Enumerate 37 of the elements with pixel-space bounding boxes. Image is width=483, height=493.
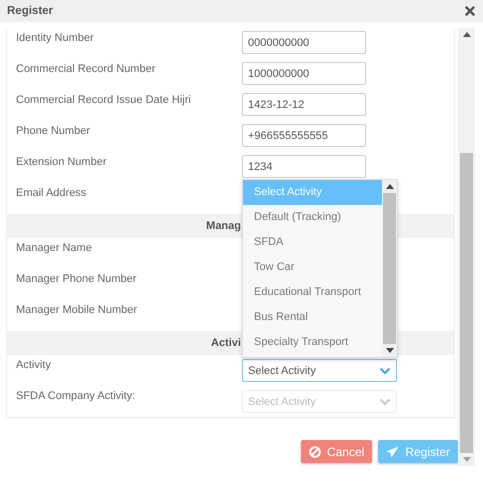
field-label: Identity Number — [16, 31, 95, 44]
input-field[interactable]: 1423-12-12 — [242, 93, 366, 116]
dropdown-option[interactable]: Bus Rental — [243, 305, 382, 330]
input-field[interactable]: +966555555555 — [242, 124, 366, 147]
field-label: Extension Number — [16, 155, 108, 168]
close-icon[interactable] — [465, 6, 475, 16]
scroll-down-icon[interactable] — [386, 348, 394, 353]
section-title: Activi — [211, 337, 241, 349]
dropdown-option[interactable]: Educational Transport — [243, 280, 382, 305]
dropdown-option[interactable]: Tow Car — [243, 255, 382, 280]
field-label: SFDA Company Activity: — [16, 389, 136, 402]
input-field[interactable]: 0000000000 — [242, 31, 366, 54]
field-label: Email Address — [16, 186, 88, 199]
field-label: Activity — [16, 358, 52, 371]
field-label: Manager Phone Number — [16, 272, 138, 285]
dropdown-option[interactable]: Default (Tracking) — [243, 205, 382, 230]
dropdown-option[interactable]: SFDA — [243, 230, 382, 255]
field-label: Commercial Record Issue Date Hijri — [16, 93, 192, 106]
ban-icon — [308, 446, 321, 458]
dropdown-option[interactable]: Specialty Transport — [243, 330, 382, 355]
field-label: Manager Name — [16, 241, 93, 254]
input-field[interactable]: 1234 — [242, 155, 366, 178]
paper-plane-icon — [386, 446, 400, 458]
chevron-down-icon — [379, 366, 391, 374]
section-title: Manag — [206, 220, 241, 232]
scroll-up-icon[interactable] — [462, 32, 470, 37]
scrollbar[interactable] — [458, 28, 475, 466]
scroll-up-icon[interactable] — [386, 184, 394, 189]
field-label: Commercial Record Number — [16, 62, 156, 75]
field-label: Manager Mobile Number — [16, 303, 138, 316]
field-label: Phone Number — [16, 124, 91, 137]
cancel-button[interactable]: Cancel — [300, 440, 372, 463]
chevron-down-icon — [379, 398, 391, 406]
dropdown-scrollbar[interactable] — [382, 180, 397, 357]
select-field[interactable]: Select Activity — [242, 359, 397, 382]
window-title: Register — [7, 5, 54, 17]
input-field[interactable]: 1000000000 — [242, 62, 366, 85]
